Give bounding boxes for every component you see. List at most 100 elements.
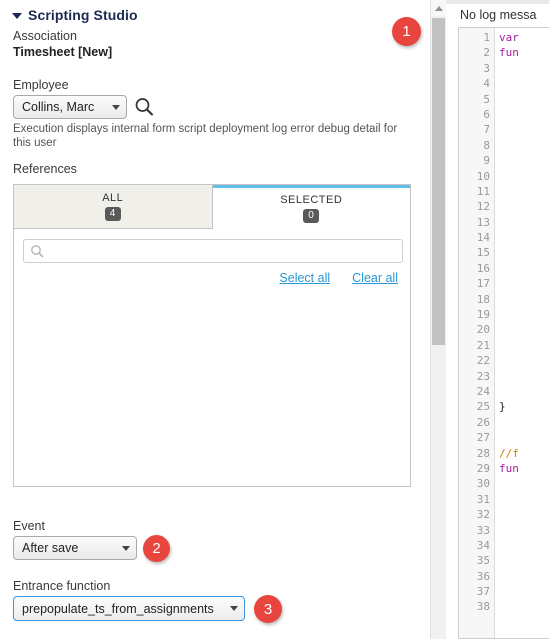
editor-code-line: [499, 369, 549, 384]
tab-all-count: 4: [104, 207, 121, 221]
editor-code-line: [499, 153, 549, 168]
association-label: Association: [13, 29, 77, 43]
editor-code-line: fun: [499, 46, 519, 60]
editor-line-number: 9: [483, 154, 490, 168]
editor-code-area[interactable]: var fun}//f fun: [495, 28, 549, 638]
editor-code-line: [499, 245, 549, 260]
references-label: References: [13, 162, 77, 176]
tab-selected[interactable]: SELECTED 0: [212, 185, 410, 229]
editor-line-number: 30: [476, 477, 490, 491]
editor-line-number: 11: [476, 184, 490, 198]
editor-line-number: 6: [483, 107, 490, 121]
editor-line-number: 2: [483, 46, 490, 60]
editor-code-line: [499, 92, 549, 107]
editor-line-number: 18: [476, 292, 490, 306]
references-panel: ALL 4 SELECTED 0 Select all Clear all: [13, 184, 411, 487]
select-all-link[interactable]: Select all: [279, 271, 330, 285]
editor-code-line: [499, 184, 549, 199]
clear-all-link[interactable]: Clear all: [352, 271, 398, 285]
editor-line-number: 21: [476, 338, 490, 352]
editor-line-number: 25: [476, 400, 490, 414]
editor-line-number: 37: [476, 585, 490, 599]
editor-line-number: 7: [483, 123, 490, 137]
editor-line-numbers: 1 2 3 4 5 6 7 8 9 10 11 12 13 14 15 16 17 18 19 20 21 22 23 24 2…: [459, 28, 495, 638]
editor-code-line: [499, 199, 549, 214]
editor-line-number: 13: [476, 215, 490, 229]
right-editor-panel: No log messa 1 2 3 4 5 6 7 8 9 10 11 12 13 14 15 16 17 18…: [446, 0, 549, 639]
editor-code-line: [499, 76, 549, 91]
caret-up-icon: [434, 5, 443, 11]
entrance-function-value: prepopulate_ts_from_assignments: [22, 601, 214, 616]
editor-line-number: 10: [476, 169, 490, 183]
editor-code-line: [499, 476, 549, 491]
editor-line-number: 1: [483, 31, 490, 44]
tab-all[interactable]: ALL 4: [14, 185, 213, 229]
event-select-value: After save: [22, 541, 79, 555]
references-links: Select all Clear all: [279, 271, 398, 285]
editor-code-line: [499, 215, 549, 230]
editor-code-line: [499, 307, 549, 322]
editor-code-line: var: [499, 31, 519, 44]
editor-code-line: [499, 553, 549, 568]
editor-line-number: 16: [476, 261, 490, 275]
editor-line-number: 28: [476, 446, 490, 460]
editor-line-number: 31: [476, 492, 490, 506]
editor-line-number: 8: [483, 138, 490, 152]
editor-line-number: 33: [476, 523, 490, 537]
editor-line-number: 35: [476, 554, 490, 568]
editor-line-number: 24: [476, 384, 490, 398]
references-search-input[interactable]: [48, 243, 392, 259]
editor-code-line: [499, 61, 549, 76]
editor-line-number: 4: [483, 77, 490, 91]
editor-line-number: 22: [476, 354, 490, 368]
caret-down-icon[interactable]: [12, 13, 22, 19]
editor-code-line: [499, 338, 549, 353]
references-search-box[interactable]: [23, 239, 403, 263]
entrance-function-label: Entrance function: [13, 579, 111, 593]
editor-line-number: 12: [476, 200, 490, 214]
editor-line-number: 15: [476, 246, 490, 260]
editor-line-number: 27: [476, 431, 490, 445]
chevron-down-icon: [230, 606, 238, 611]
editor-code-line: [499, 169, 549, 184]
tab-selected-count: 0: [303, 209, 320, 223]
editor-line-number: 26: [476, 415, 490, 429]
editor-code-line: [499, 353, 549, 368]
editor-code-line: [499, 492, 549, 507]
editor-code-line: }: [499, 400, 506, 414]
code-editor[interactable]: 1 2 3 4 5 6 7 8 9 10 11 12 13 14 15 16 17 18 19 20 21 22 23 24 2…: [458, 27, 549, 639]
employee-select-value: Collins, Marc: [22, 100, 95, 114]
editor-line-number: 38: [476, 600, 490, 614]
panel-header[interactable]: Scripting Studio: [12, 7, 138, 23]
editor-line-number: 29: [476, 461, 490, 475]
association-value: Timesheet [New]: [13, 45, 113, 59]
editor-code-line: [499, 538, 549, 553]
editor-code-line: [499, 599, 549, 614]
scrollbar-up-arrow[interactable]: [431, 0, 446, 16]
editor-code-line: [499, 430, 549, 445]
employee-select[interactable]: Collins, Marc: [13, 95, 127, 119]
vertical-scrollbar[interactable]: [430, 0, 446, 639]
magnifier-icon[interactable]: [133, 96, 155, 118]
editor-code-line: [499, 230, 549, 245]
editor-line-number: 14: [476, 231, 490, 245]
editor-line-number: 3: [483, 61, 490, 75]
entrance-function-select[interactable]: prepopulate_ts_from_assignments: [13, 596, 245, 621]
association-block: Association Timesheet [New]: [13, 28, 112, 60]
event-select[interactable]: After save: [13, 536, 137, 560]
editor-line-number: 34: [476, 538, 490, 552]
editor-code-line: [499, 507, 549, 522]
editor-line-number: 36: [476, 569, 490, 583]
editor-code-line: [499, 276, 549, 291]
editor-line-number: 32: [476, 508, 490, 522]
references-tabs: ALL 4 SELECTED 0: [14, 185, 410, 229]
scrollbar-thumb[interactable]: [432, 18, 445, 345]
editor-code-line: [499, 138, 549, 153]
editor-code-line: [499, 584, 549, 599]
event-label: Event: [13, 519, 45, 533]
help-text: Execution displays internal form script …: [13, 123, 398, 149]
editor-code-line: [499, 523, 549, 538]
search-icon: [31, 245, 44, 258]
scripting-studio-window: Scripting Studio Association Timesheet […: [0, 0, 549, 639]
editor-code-line: fun: [499, 461, 519, 475]
